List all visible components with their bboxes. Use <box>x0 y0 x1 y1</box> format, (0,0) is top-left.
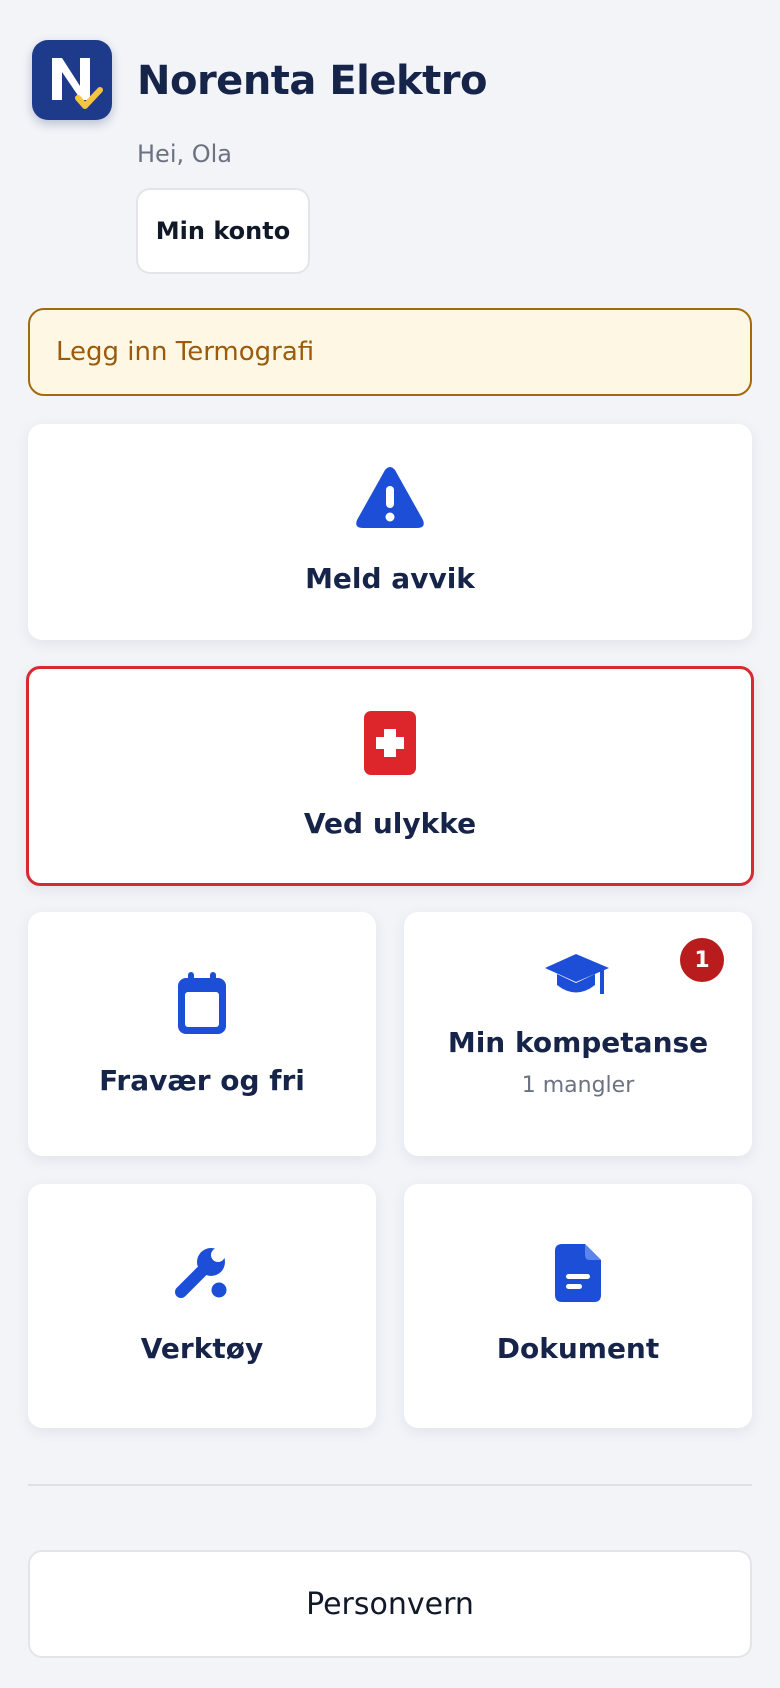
report-deviation-label: Meld avvik <box>305 562 475 595</box>
my-account-button[interactable]: Min konto <box>136 188 310 274</box>
app-logo <box>32 40 112 120</box>
graduation-cap-icon <box>545 952 611 1004</box>
document-icon <box>555 1244 601 1306</box>
section-divider <box>28 1484 752 1486</box>
tools-card[interactable]: Verktøy <box>28 1184 376 1428</box>
first-aid-icon <box>364 711 416 779</box>
competence-label: Min kompetanse <box>447 1026 709 1059</box>
document-card[interactable]: Dokument <box>404 1184 752 1428</box>
document-label: Dokument <box>496 1332 660 1365</box>
competence-card[interactable]: 1 Min kompetanse 1 mangler <box>404 912 752 1156</box>
termography-alert[interactable]: Legg inn Termografi <box>28 308 752 396</box>
greeting-text: Hei, Ola <box>137 140 233 168</box>
competence-missing-text: 1 mangler <box>521 1073 635 1098</box>
calendar-icon <box>178 972 226 1038</box>
accident-label: Ved ulykke <box>303 807 477 840</box>
missing-count-badge: 1 <box>680 938 724 982</box>
warning-icon <box>355 466 425 534</box>
wrench-icon <box>173 1244 231 1306</box>
tools-label: Verktøy <box>140 1332 264 1365</box>
report-deviation-card[interactable]: Meld avvik <box>28 424 752 640</box>
brand-name: Norenta Elektro <box>137 58 487 104</box>
absence-card[interactable]: Fravær og fri <box>28 912 376 1156</box>
absence-label: Fravær og fri <box>99 1064 305 1097</box>
privacy-button[interactable]: Personvern <box>28 1550 752 1658</box>
accident-card[interactable]: Ved ulykke <box>26 666 754 886</box>
home-screen: Norenta Elektro Hei, Ola Min konto Legg … <box>0 0 780 1688</box>
